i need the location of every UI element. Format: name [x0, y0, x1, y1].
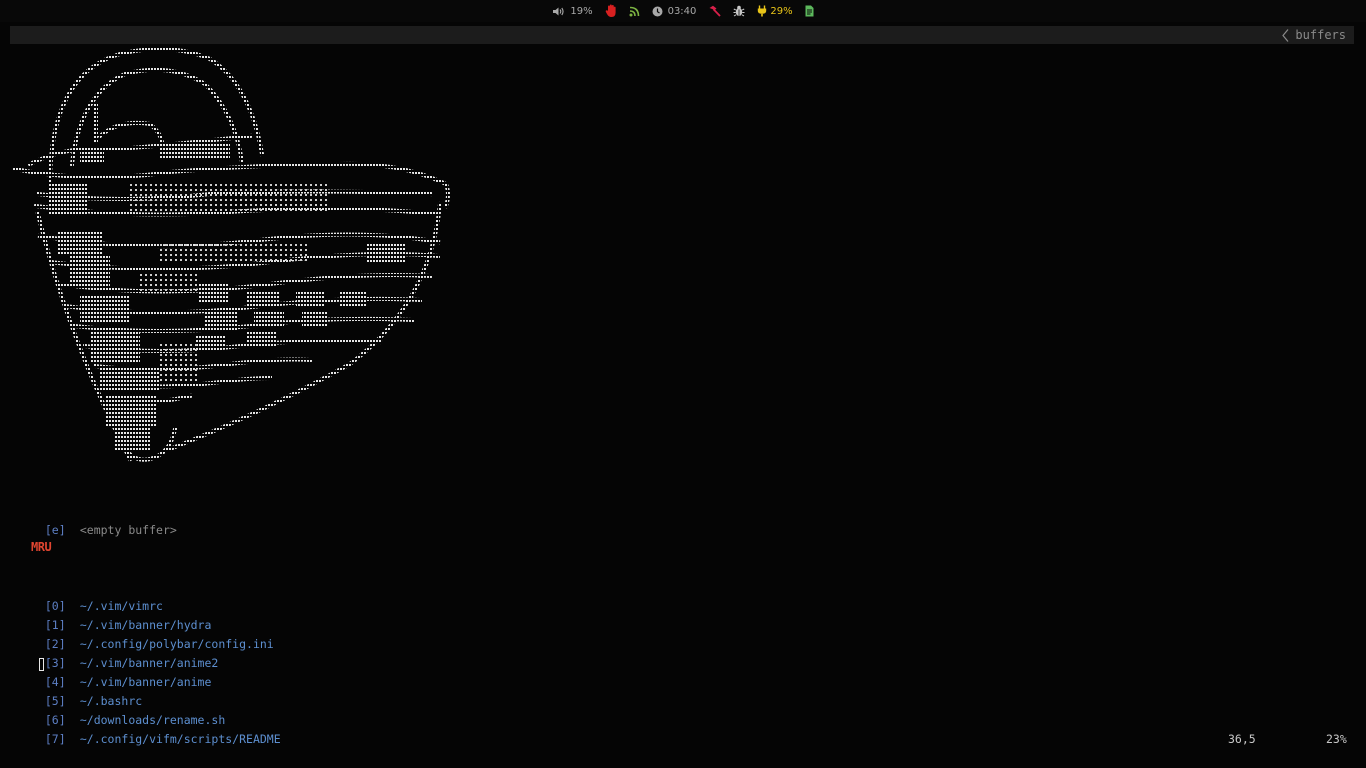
volume-module[interactable]: 19% — [552, 0, 593, 22]
cursor-position: 36,5 — [1228, 732, 1256, 746]
hammer-icon — [709, 5, 722, 17]
mru-entry[interactable]: [5] ~/.bashrc — [31, 673, 142, 708]
clock-value: 03:40 — [667, 5, 697, 17]
chevron-left-icon — [1282, 28, 1289, 42]
hand-module[interactable] — [605, 0, 617, 22]
rss-icon — [629, 6, 639, 16]
scroll-percent: 23% — [1326, 732, 1347, 746]
entry-label: <empty buffer> — [79, 523, 177, 537]
top-status-bar: 19% 03:40 29% — [0, 0, 1366, 22]
bug-icon — [733, 5, 745, 17]
mru-entry[interactable]: [7] ~/.config/vifm/scripts/README — [31, 711, 281, 746]
text-cursor — [39, 658, 44, 671]
mru-entry[interactable]: [2] ~/.config/polybar/config.ini — [31, 616, 274, 651]
clock-icon — [652, 6, 663, 16]
vim-tabline: buffers — [10, 26, 1354, 44]
battery-value: 29% — [770, 5, 793, 17]
buffers-indicator[interactable]: buffers — [1282, 26, 1346, 44]
empty-buffer-entry[interactable]: [e] <empty buffer> — [31, 502, 177, 537]
document-icon — [805, 5, 814, 17]
mru-section-header: MRU — [31, 540, 52, 554]
bug-module[interactable] — [733, 0, 745, 22]
entry-index: [e] — [44, 523, 66, 537]
volume-value: 19% — [570, 5, 593, 17]
speaker-icon — [553, 7, 564, 15]
vim-ruler: 36,5 23% — [0, 732, 1366, 750]
rss-module[interactable] — [629, 0, 640, 22]
tools-module[interactable] — [708, 0, 722, 22]
raised-hand-icon — [605, 4, 616, 17]
mru-entry[interactable]: [0] ~/.vim/vimrc — [31, 578, 163, 613]
mru-entry[interactable]: [3] ~/.vim/banner/anime2 — [31, 635, 218, 670]
buffers-label: buffers — [1295, 28, 1346, 42]
power-plug-icon — [758, 5, 767, 17]
notes-module[interactable] — [805, 0, 814, 22]
battery-module[interactable]: 29% — [757, 0, 793, 22]
mru-entry[interactable]: [1] ~/.vim/banner/hydra — [31, 597, 212, 632]
status-modules: 19% 03:40 29% — [0, 0, 1366, 22]
banner-art — [12, 47, 450, 462]
clock-module[interactable]: 03:40 — [652, 0, 697, 22]
mru-entry-current[interactable]: [4] ~/.vim/banner/anime — [31, 654, 211, 689]
mru-entry[interactable]: [6] ~/downloads/rename.sh — [31, 692, 225, 727]
